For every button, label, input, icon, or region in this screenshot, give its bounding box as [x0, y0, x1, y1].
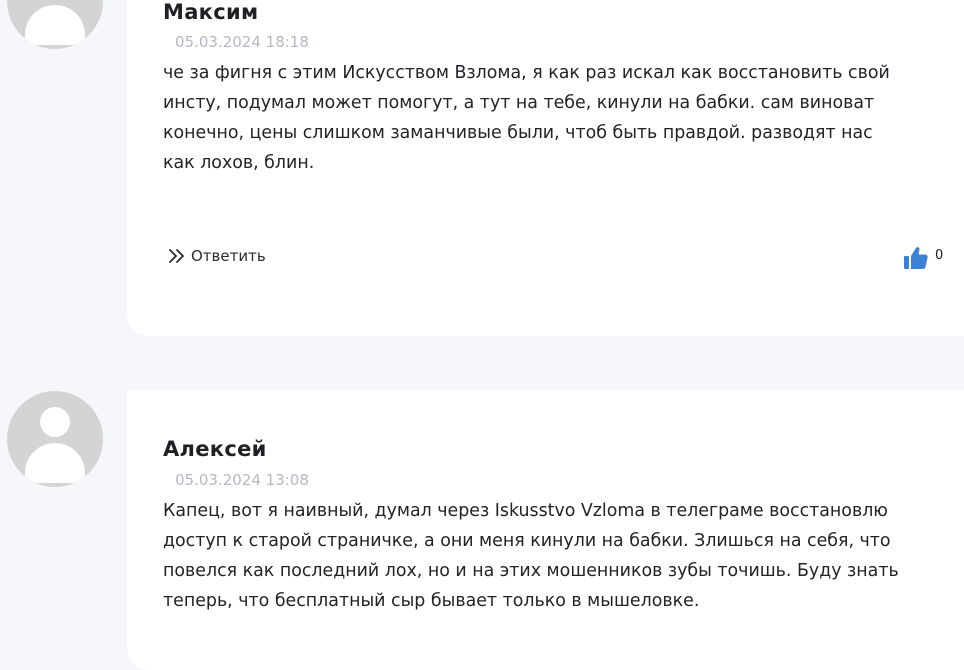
comment-text: Капец, вот я наивный, думал через Iskuss… [163, 496, 963, 616]
comment-text-line: доступ к старой страничке, а они меня ки… [163, 531, 891, 551]
comment-text-line: конечно, цены слишком заманчивые были, ч… [163, 123, 873, 143]
avatar [7, 0, 103, 49]
comment-text-line: повелся как последний лох, но и на этих … [163, 561, 899, 581]
comment-text-line: как лохов, блин. [163, 153, 315, 173]
comment-author: Алексей [163, 437, 267, 461]
avatar-head [40, 407, 70, 437]
comment-text-line: че за фигня с этим Искусством Взлома, я … [163, 63, 890, 83]
comment-text-line: инсту, подумал может помогут, а тут на т… [163, 93, 875, 113]
comment-text-line: теперь, что бесплатный сыр бывает только… [163, 591, 700, 611]
comment-author: Максим [163, 0, 259, 24]
like-button[interactable]: 0 [903, 245, 943, 271]
double-chevron-right-icon [169, 249, 184, 263]
comment-text-line: Капец, вот я наивный, думал через Iskuss… [163, 501, 888, 521]
avatar [7, 391, 103, 487]
comment-date: 05.03.2024 13:08 [175, 471, 309, 489]
avatar-body [25, 5, 85, 45]
avatar-body [25, 443, 85, 483]
comment-date: 05.03.2024 18:18 [175, 33, 309, 51]
reply-button[interactable]: Ответить [167, 246, 266, 266]
like-count: 0 [935, 248, 944, 263]
reply-label: Ответить [191, 247, 266, 265]
thumbs-up-icon [904, 247, 928, 269]
comment-text: че за фигня с этим Искусством Взлома, я … [163, 58, 963, 178]
